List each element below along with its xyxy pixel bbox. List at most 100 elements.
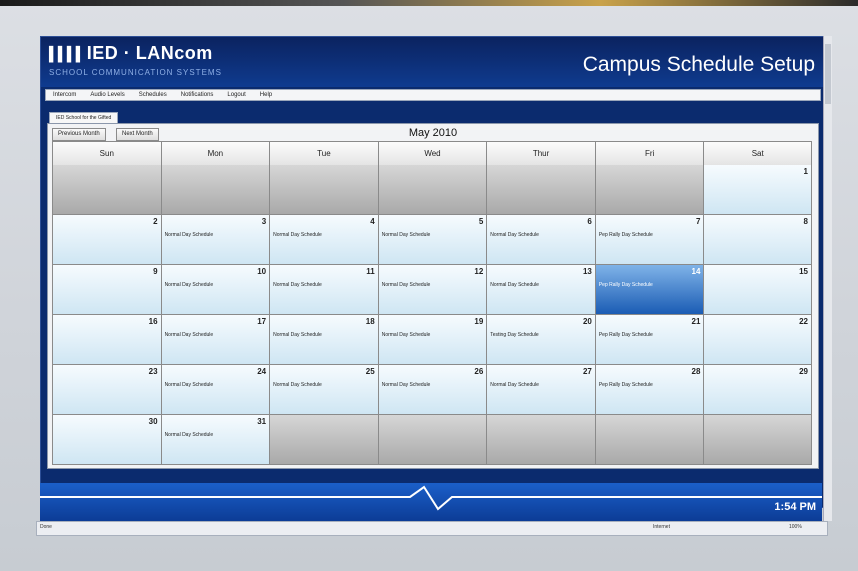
day-number: 13 [582, 267, 592, 276]
menu-item-help[interactable]: Help [253, 92, 279, 98]
calendar-day-cell[interactable]: 11 Normal Day Schedule [269, 265, 378, 315]
day-schedule-label: Pep Rally Day Schedule [598, 332, 653, 338]
calendar-day-cell[interactable]: 14 Pep Rally Day Schedule [594, 265, 704, 315]
calendar-empty-cell [160, 165, 270, 215]
calendar-day-cell[interactable]: 26 Normal Day Schedule [377, 365, 487, 415]
calendar-empty-cell [269, 415, 378, 465]
day-schedule-label: Testing Day Schedule [490, 332, 539, 338]
day-schedule-label: Normal Day Schedule [381, 232, 431, 238]
day-schedule-label: Normal Day Schedule [164, 432, 214, 438]
calendar-empty-cell [594, 415, 704, 465]
tab-school[interactable]: IED School for the Gifted [49, 112, 119, 123]
calendar-day-cell[interactable]: 21 Pep Rally Day Schedule [594, 315, 704, 365]
day-schedule-label: Normal Day Schedule [273, 282, 322, 288]
calendar-day-cell[interactable]: 29 [703, 365, 812, 415]
calendar-day-cell[interactable]: 25 Normal Day Schedule [269, 365, 378, 415]
day-number: 27 [582, 367, 592, 376]
day-number: 20 [582, 317, 592, 326]
calendar-day-cell[interactable]: 4 Normal Day Schedule [269, 215, 378, 265]
day-schedule-label: Normal Day Schedule [164, 282, 214, 288]
day-schedule-label: Normal Day Schedule [381, 382, 431, 388]
calendar-day-cell[interactable]: 18 Normal Day Schedule [269, 315, 378, 365]
calendar-day-cell[interactable]: 3 Normal Day Schedule [160, 215, 270, 265]
day-number: 4 [370, 217, 375, 226]
day-number: 24 [257, 367, 267, 376]
calendar-day-cell[interactable]: 23 [52, 365, 161, 415]
day-number: 3 [261, 217, 267, 226]
calendar-empty-cell [703, 415, 812, 465]
calendar-day-cell[interactable]: 6 Normal Day Schedule [486, 215, 595, 265]
day-schedule-label: Normal Day Schedule [164, 332, 214, 338]
calendar-day-cell[interactable]: 17 Normal Day Schedule [160, 315, 270, 365]
calendar-day-cell[interactable]: 28 Pep Rally Day Schedule [594, 365, 704, 415]
day-schedule-label: Normal Day Schedule [381, 282, 431, 288]
calendar-day-cell[interactable]: 22 [703, 315, 812, 365]
calendar-day-cell[interactable]: 8 [703, 215, 812, 265]
day-number: 23 [148, 367, 158, 376]
calendar-day-cell[interactable]: 1 [703, 165, 812, 215]
calendar-day-cell[interactable]: 2 [52, 215, 161, 265]
day-number: 7 [695, 217, 701, 226]
next-month-button[interactable]: Next Month [116, 128, 159, 141]
brand-logo: ▌▌▌▌ IED · LANcom [49, 43, 213, 64]
day-schedule-label: Normal Day Schedule [381, 332, 431, 338]
day-number: 25 [365, 367, 375, 376]
menu-item-logout[interactable]: Logout [220, 92, 252, 98]
day-number: 21 [691, 317, 701, 326]
calendar-day-cell[interactable]: 12 Normal Day Schedule [377, 265, 487, 315]
calendar-day-cell[interactable]: 5 Normal Day Schedule [377, 215, 487, 265]
calendar-day-cell[interactable]: 9 [52, 265, 161, 315]
day-number: 16 [148, 317, 158, 326]
page-title: Campus Schedule Setup [582, 53, 815, 76]
day-schedule-label: Normal Day Schedule [164, 382, 214, 388]
scrollbar-thumb[interactable] [825, 44, 831, 104]
menu-item-audio-levels[interactable]: Audio Levels [83, 92, 131, 98]
calendar-empty-cell [594, 165, 704, 215]
logo-bars-icon: ▌▌▌▌ [49, 47, 85, 63]
calendar-day-cell[interactable]: 31 Normal Day Schedule [160, 415, 270, 465]
day-number: 30 [148, 417, 158, 426]
calendar-day-cell[interactable]: 24 Normal Day Schedule [160, 365, 270, 415]
calendar-day-cell[interactable]: 16 [52, 315, 161, 365]
calendar-day-cell[interactable]: 7 Pep Rally Day Schedule [594, 215, 704, 265]
day-number: 18 [365, 317, 375, 326]
browser-status-bar: Done Internet 100% [36, 521, 828, 536]
day-number: 28 [691, 367, 701, 376]
day-number: 12 [474, 267, 484, 276]
day-number: 1 [803, 167, 808, 176]
day-number: 8 [803, 217, 808, 226]
day-schedule-label: Pep Rally Day Schedule [598, 382, 653, 388]
calendar-day-cell[interactable]: 15 [703, 265, 812, 315]
calendar-empty-cell [486, 415, 595, 465]
day-schedule-label: Normal Day Schedule [273, 232, 322, 238]
vertical-scrollbar[interactable] [823, 36, 832, 521]
calendar-day-cell[interactable]: 30 [52, 415, 161, 465]
day-number: 15 [799, 267, 808, 276]
tagline: SCHOOL COMMUNICATION SYSTEMS [49, 68, 222, 77]
day-schedule-label: Normal Day Schedule [490, 282, 539, 288]
calendar-day-cell[interactable]: 27 Normal Day Schedule [486, 365, 595, 415]
day-number: 10 [257, 267, 267, 276]
day-number: 22 [799, 317, 808, 326]
top-strip [0, 0, 858, 6]
calendar-empty-cell [269, 165, 378, 215]
day-number: 14 [691, 267, 701, 276]
calendar-day-cell[interactable]: 20 Testing Day Schedule [486, 315, 595, 365]
menu-item-schedules[interactable]: Schedules [132, 92, 174, 98]
zoom-level[interactable]: 100% [789, 524, 802, 530]
day-number: 29 [799, 367, 808, 376]
day-of-week-label: Tue [269, 141, 378, 167]
calendar-day-cell[interactable]: 13 Normal Day Schedule [486, 265, 595, 315]
day-of-week-label: Thur [486, 141, 595, 167]
menu-item-notifications[interactable]: Notifications [174, 92, 221, 98]
day-of-week-label: Fri [594, 141, 704, 167]
calendar-day-cell[interactable]: 19 Normal Day Schedule [377, 315, 487, 365]
menu-item-intercom[interactable]: Intercom [46, 92, 83, 98]
day-schedule-label: Normal Day Schedule [164, 232, 214, 238]
previous-month-button[interactable]: Previous Month [52, 128, 106, 141]
day-of-week-label: Sat [703, 141, 812, 167]
day-number: 26 [474, 367, 484, 376]
menu-bar: Intercom Audio Levels Schedules Notifica… [45, 89, 821, 101]
calendar-day-cell[interactable]: 10 Normal Day Schedule [160, 265, 270, 315]
month-title: May 2010 [408, 127, 458, 139]
